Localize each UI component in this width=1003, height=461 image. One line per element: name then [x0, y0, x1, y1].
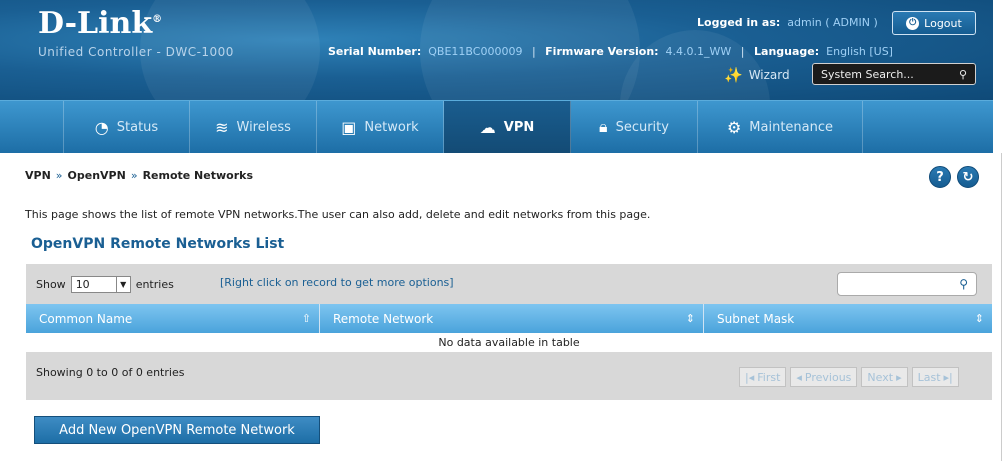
column-common-name[interactable]: Common Name ⇧	[26, 304, 320, 333]
breadcrumb: VPN» OpenVPN» Remote Networks	[25, 169, 253, 182]
add-remote-network-button[interactable]: Add New OpenVPN Remote Network	[34, 416, 320, 444]
page-title: OpenVPN Remote Networks List	[31, 236, 285, 252]
column-remote-network[interactable]: Remote Network ⇕	[320, 304, 704, 333]
nav-security[interactable]: 🔒︎ Security	[571, 101, 698, 153]
logout-button[interactable]: ⏻ Logout	[892, 11, 976, 35]
last-icon: ▸|	[943, 370, 953, 384]
next-page-button[interactable]: Next ▸	[861, 367, 908, 387]
context-hint: [Right click on record to get more optio…	[220, 276, 454, 289]
dlink-logo: D-Link®	[38, 6, 163, 41]
wizard-link[interactable]: ✨ Wizard	[724, 66, 790, 84]
wizard-wand-icon: ✨	[724, 66, 743, 84]
table-header: Common Name ⇧ Remote Network ⇕ Subnet Mask…	[26, 304, 992, 333]
cloud-lock-icon: ☁	[479, 117, 496, 137]
breadcrumb-vpn[interactable]: VPN	[25, 169, 51, 182]
nav-maintenance[interactable]: ⚙ Maintenance	[698, 101, 863, 153]
gears-icon: ⚙	[726, 117, 742, 137]
sort-asc-icon: ⇧	[301, 312, 311, 325]
first-icon: |◂	[745, 370, 755, 384]
breadcrumb-openvpn[interactable]: OpenVPN	[68, 169, 126, 182]
gauge-icon: ◔	[94, 117, 109, 137]
breadcrumb-current: Remote Networks	[142, 169, 253, 182]
monitor-icon: ▣	[341, 117, 357, 137]
table-search-input[interactable]: ⚲	[837, 272, 977, 296]
wifi-icon: ≋	[215, 117, 229, 137]
column-subnet-mask[interactable]: Subnet Mask ⇕	[704, 304, 992, 333]
sort-icon: ⇕	[974, 312, 984, 325]
nav-vpn[interactable]: ☁ VPN	[444, 101, 571, 153]
last-page-button[interactable]: Last ▸|	[911, 367, 959, 387]
nav-wireless[interactable]: ≋ Wireless	[190, 101, 317, 153]
refresh-icon[interactable]: ↻	[957, 166, 979, 188]
chevron-down-icon: ▼	[115, 277, 130, 292]
system-search-input[interactable]: System Search... ⚲	[812, 63, 976, 85]
next-icon: ▸	[896, 370, 902, 384]
remote-networks-table: Show 10 ▼ entries [Right click on record…	[26, 264, 992, 400]
product-subtitle: Unified Controller - DWC-1000	[38, 45, 234, 59]
table-empty-row: No data available in table	[26, 333, 992, 352]
pagination: |◂ First ◂ Previous Next ▸ Last ▸|	[739, 367, 959, 387]
app-header: D-Link® Unified Controller - DWC-1000 Lo…	[0, 0, 993, 100]
previous-icon: ◂	[796, 370, 802, 384]
sort-icon: ⇕	[685, 312, 695, 325]
page-description: This page shows the list of remote VPN n…	[25, 208, 651, 221]
power-icon: ⏻	[906, 16, 920, 30]
entries-per-page-select[interactable]: 10 ▼	[70, 276, 131, 293]
help-icon[interactable]: ?	[929, 166, 951, 188]
previous-page-button[interactable]: ◂ Previous	[790, 367, 858, 387]
lock-icon: 🔒︎	[599, 117, 608, 136]
device-info: Serial Number: QBE11BC000009 | Firmware …	[328, 45, 893, 58]
search-icon: ⚲	[959, 277, 968, 291]
nav-status[interactable]: ◔ Status	[63, 101, 190, 153]
first-page-button[interactable]: |◂ First	[739, 367, 787, 387]
table-info: Showing 0 to 0 of 0 entries	[36, 366, 185, 379]
search-icon: ⚲	[958, 67, 967, 81]
logged-in-info: Logged in as: admin ( ADMIN )	[697, 16, 878, 29]
main-nav: ◔ Status ≋ Wireless ▣ Network ☁ VPN 🔒︎ Securi…	[0, 100, 993, 153]
nav-network[interactable]: ▣ Network	[317, 101, 444, 153]
language-selector[interactable]: English [US]	[826, 45, 893, 58]
